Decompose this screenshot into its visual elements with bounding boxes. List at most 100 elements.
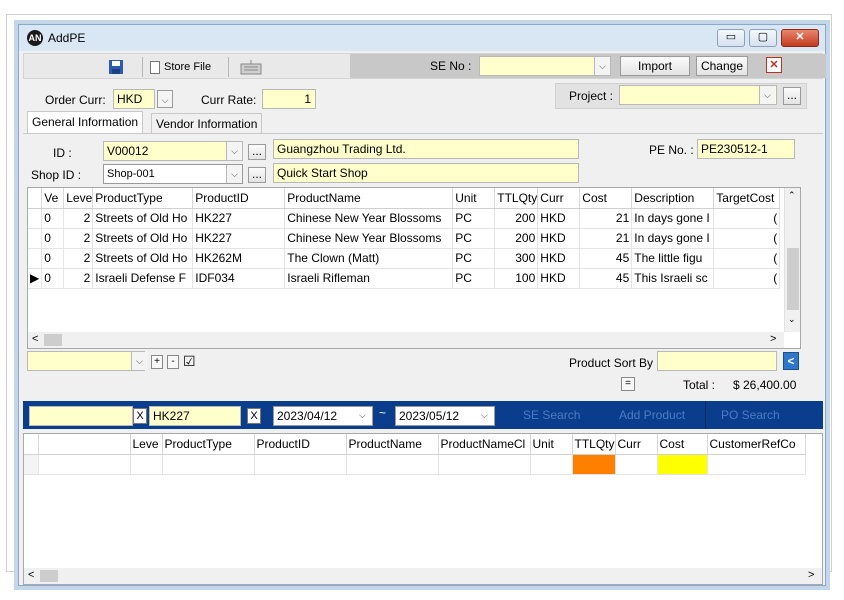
date-from-picker[interactable]: 2023/04/12 <box>273 406 373 426</box>
table-row[interactable]: 0 2 Streets of Old Ho HK227 Chinese New … <box>28 208 781 229</box>
date-to-picker[interactable]: 2023/05/12 <box>395 406 495 426</box>
chevron-down-icon[interactable]: ⌵ <box>226 142 242 160</box>
scroll-thumb[interactable] <box>40 570 58 582</box>
chevron-down-icon[interactable]: ⌵ <box>759 86 775 104</box>
results-cell[interactable] <box>346 454 439 475</box>
remove-row-button[interactable]: - <box>167 355 179 369</box>
maximize-button[interactable]: ▢ <box>749 29 777 47</box>
results-cell[interactable] <box>707 454 806 475</box>
cell-curr: HKD <box>537 268 581 289</box>
results-cell[interactable] <box>438 454 531 475</box>
col-header[interactable]: TargetCost <box>713 188 781 209</box>
sort-direction-icon[interactable]: < <box>783 352 799 370</box>
save-button[interactable] <box>108 57 126 77</box>
vendor-id-select[interactable]: V00012 <box>103 141 243 161</box>
table-row[interactable] <box>24 454 806 475</box>
col-header[interactable]: ProductID <box>254 434 347 455</box>
keyboard-button[interactable] <box>240 57 264 77</box>
results-cell[interactable] <box>254 454 347 475</box>
ttl-qty-cell[interactable] <box>572 454 616 475</box>
chevron-down-icon[interactable]: ⌵ <box>481 410 488 421</box>
scroll-thumb[interactable] <box>787 248 799 310</box>
col-header[interactable]: Unit <box>530 434 573 455</box>
scroll-right-icon[interactable]: > <box>770 333 776 345</box>
col-header[interactable]: ProductID <box>192 188 286 209</box>
se-search-button[interactable]: SE Search <box>523 408 580 422</box>
chevron-down-icon[interactable]: ⌵ <box>131 352 147 370</box>
tab-general-information[interactable]: General Information <box>27 111 144 135</box>
product-search-input[interactable]: HK227 <box>149 406 241 426</box>
scroll-thumb[interactable] <box>44 334 62 346</box>
col-header[interactable]: ProductName <box>346 434 439 455</box>
project-browse-button[interactable]: ... <box>783 87 801 105</box>
shop-browse-button[interactable]: ... <box>248 167 266 183</box>
change-button[interactable]: Change <box>696 56 748 76</box>
scroll-left-icon[interactable]: < <box>32 333 38 345</box>
col-header[interactable]: Leve <box>130 434 163 455</box>
col-header[interactable]: CustomerRefCo <box>707 434 806 455</box>
current-row-marker-icon: ▶ <box>28 268 43 289</box>
scroll-down-icon[interactable]: ⌄ <box>788 314 796 325</box>
col-header[interactable]: ProductNameCl <box>438 434 531 455</box>
results-horizontal-scrollbar[interactable]: < > <box>24 568 822 584</box>
table-row[interactable]: 0 2 Streets of Old Ho HK262M The Clown (… <box>28 248 781 269</box>
pe-no-input[interactable]: PE230512-1 <box>697 139 795 159</box>
order-curr-select[interactable]: HKD <box>113 89 155 109</box>
col-header[interactable]: TTLQty <box>494 188 539 209</box>
scroll-up-icon[interactable]: ⌃ <box>788 190 796 201</box>
order-curr-label: Order Curr: <box>45 93 106 107</box>
results-cell[interactable] <box>530 454 573 475</box>
project-select[interactable] <box>619 85 777 105</box>
close-window-button[interactable]: ✕ <box>781 29 819 47</box>
col-header[interactable]: ProductType <box>92 188 194 209</box>
cell-ve: 0 <box>41 208 65 229</box>
scroll-left-icon[interactable]: < <box>28 569 34 581</box>
table-row[interactable]: ▶ 0 2 Israeli Defense F IDF034 Israeli R… <box>28 268 781 289</box>
close-icon[interactable]: ✕ <box>766 57 782 73</box>
shop-id-select[interactable]: Shop-001 <box>103 164 243 184</box>
store-file-button[interactable]: Store File <box>150 57 220 77</box>
chevron-down-icon[interactable]: ⌵ <box>359 410 366 421</box>
results-cell[interactable] <box>162 454 255 475</box>
chevron-down-icon[interactable]: ⌵ <box>157 90 173 108</box>
checkbox-icon[interactable]: ☑ <box>183 353 196 370</box>
chevron-down-icon[interactable]: ⌵ <box>226 165 242 183</box>
cost-cell[interactable] <box>657 454 708 475</box>
add-product-button[interactable]: Add Product <box>619 408 685 422</box>
table-row[interactable]: 0 2 Streets of Old Ho HK227 Chinese New … <box>28 228 781 249</box>
add-row-button[interactable]: + <box>151 355 163 369</box>
clear-product-button[interactable]: X <box>247 408 261 424</box>
import-button[interactable]: Import <box>620 56 690 76</box>
sort-select[interactable] <box>27 351 145 371</box>
results-cell[interactable] <box>615 454 658 475</box>
col-header[interactable]: Cost <box>579 188 633 209</box>
col-header[interactable]: Ve <box>41 188 65 209</box>
clear-field-1-button[interactable]: X <box>133 408 147 424</box>
product-sort-select[interactable] <box>657 351 777 371</box>
col-header[interactable]: ProductName <box>284 188 454 209</box>
chevron-down-icon[interactable]: ⌵ <box>594 57 610 75</box>
curr-rate-input[interactable]: 1 <box>262 89 316 109</box>
col-header[interactable]: Cost <box>657 434 708 455</box>
search-field-1[interactable] <box>29 406 133 426</box>
tab-vendor-information[interactable]: Vendor Information <box>151 113 263 135</box>
minimize-button[interactable]: ▭ <box>717 29 745 47</box>
col-header[interactable]: Leve <box>63 188 94 209</box>
se-no-input[interactable] <box>479 56 611 76</box>
scroll-right-icon[interactable]: > <box>808 569 814 581</box>
items-vertical-scrollbar[interactable]: ⌃ ⌄ <box>784 188 800 332</box>
col-header[interactable]: ProductType <box>162 434 255 455</box>
po-search-button[interactable]: PO Search <box>721 408 780 422</box>
col-header[interactable]: Unit <box>452 188 496 209</box>
col-header[interactable]: Curr <box>615 434 658 455</box>
col-header[interactable]: Description <box>631 188 715 209</box>
equals-button[interactable]: = <box>621 377 635 391</box>
results-cell[interactable] <box>38 454 131 475</box>
items-horizontal-scrollbar[interactable]: < > <box>28 332 784 348</box>
results-cell[interactable] <box>130 454 163 475</box>
vendor-browse-button[interactable]: ... <box>248 144 266 160</box>
cell-ttl-qty: 100 <box>494 268 539 289</box>
cell-description: In days gone I <box>631 228 715 249</box>
col-header[interactable]: Curr <box>537 188 581 209</box>
col-header[interactable]: TTLQty <box>572 434 616 455</box>
